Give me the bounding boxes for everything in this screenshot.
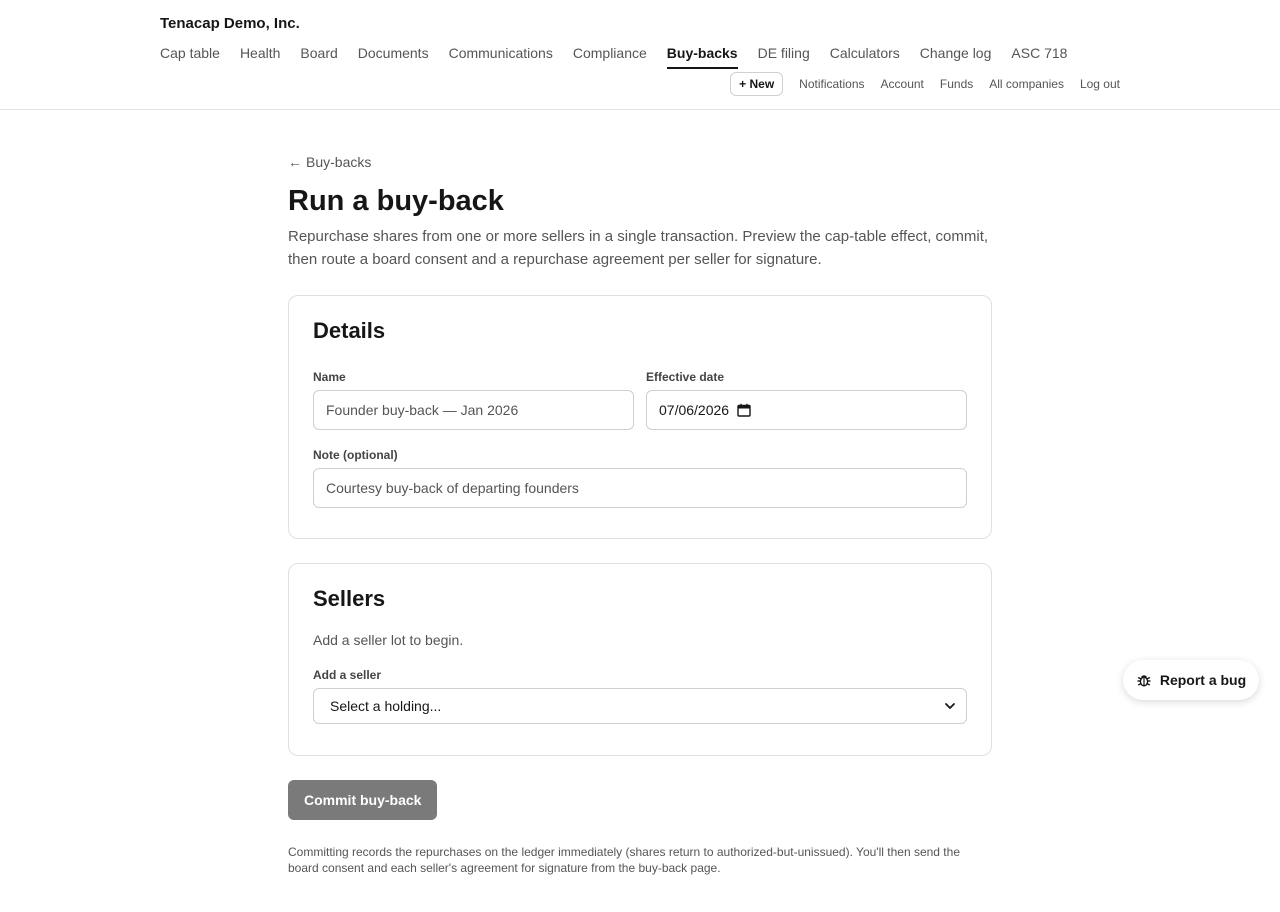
- commit-buy-back-button[interactable]: Commit buy-back: [288, 779, 438, 820]
- sellers-empty-text: Add a seller lot to begin.: [313, 631, 464, 648]
- secondary-nav: + New Notifications Account Funds All co…: [730, 72, 1120, 96]
- arrow-left-icon: ←: [288, 154, 302, 170]
- nav-change-log[interactable]: Change log: [920, 44, 992, 69]
- note-placeholder: Courtesy buy-back of departing founders: [326, 479, 579, 496]
- nav-board[interactable]: Board: [300, 44, 337, 69]
- name-placeholder: Founder buy-back — Jan 2026: [326, 401, 519, 418]
- name-input[interactable]: Founder buy-back — Jan 2026: [313, 389, 634, 430]
- effective-date-input[interactable]: 07/06/2026: [646, 389, 967, 430]
- details-title: Details: [313, 317, 386, 343]
- add-seller-select-value: Select a holding...: [330, 697, 442, 714]
- chevron-down-icon: [945, 702, 955, 709]
- commit-footnote: Committing records the repurchases on th…: [288, 844, 960, 875]
- nav-buy-backs[interactable]: Buy-backs: [666, 44, 738, 69]
- nav-compliance[interactable]: Compliance: [573, 44, 647, 69]
- nav-cap-table[interactable]: Cap table: [160, 44, 220, 69]
- back-link[interactable]: ← Buy-backs: [288, 150, 992, 174]
- nav-asc-718[interactable]: ASC 718: [1011, 44, 1067, 69]
- notifications-link[interactable]: Notifications: [799, 77, 864, 91]
- note-input[interactable]: Courtesy buy-back of departing founders: [313, 467, 967, 508]
- new-button[interactable]: + New: [730, 72, 784, 96]
- sellers-title: Sellers: [313, 585, 386, 611]
- main-nav: Cap table Health Board Documents Communi…: [160, 44, 1087, 69]
- report-bug-label: Report a bug: [1159, 672, 1247, 688]
- back-link-label: Buy-backs: [306, 154, 372, 170]
- app-header: Tenacap Demo, Inc. Cap table Health Boar…: [0, 0, 1280, 110]
- nav-communications[interactable]: Communications: [449, 44, 553, 69]
- details-card: Details Name Founder buy-back — Jan 2026…: [288, 294, 992, 539]
- main-content: ← Buy-backs Run a buy-back Repurchase sh…: [288, 150, 992, 876]
- add-seller-label: Add a seller: [313, 667, 382, 682]
- bug-icon: [1137, 675, 1151, 687]
- name-label: Name: [313, 369, 346, 384]
- log-out-link[interactable]: Log out: [1080, 77, 1120, 91]
- nav-de-filing[interactable]: DE filing: [758, 44, 810, 69]
- page-title: Run a buy-back: [288, 185, 504, 217]
- effective-date-label: Effective date: [646, 369, 725, 384]
- add-seller-select[interactable]: Select a holding...: [313, 687, 967, 724]
- page-description: Repurchase shares from one or more selle…: [288, 227, 989, 268]
- nav-health[interactable]: Health: [240, 44, 280, 69]
- sellers-card: Sellers Add a seller lot to begin. Add a…: [288, 562, 992, 756]
- account-link[interactable]: Account: [881, 77, 924, 91]
- company-name[interactable]: Tenacap Demo, Inc.: [160, 15, 300, 32]
- funds-link[interactable]: Funds: [940, 77, 973, 91]
- note-label: Note (optional): [313, 447, 398, 462]
- nav-documents[interactable]: Documents: [358, 44, 429, 69]
- all-companies-link[interactable]: All companies: [989, 77, 1064, 91]
- calendar-icon[interactable]: [737, 403, 751, 417]
- nav-calculators[interactable]: Calculators: [830, 44, 900, 69]
- report-bug-button[interactable]: Report a bug: [1123, 660, 1259, 700]
- effective-date-value: 07/06/2026: [659, 401, 730, 418]
